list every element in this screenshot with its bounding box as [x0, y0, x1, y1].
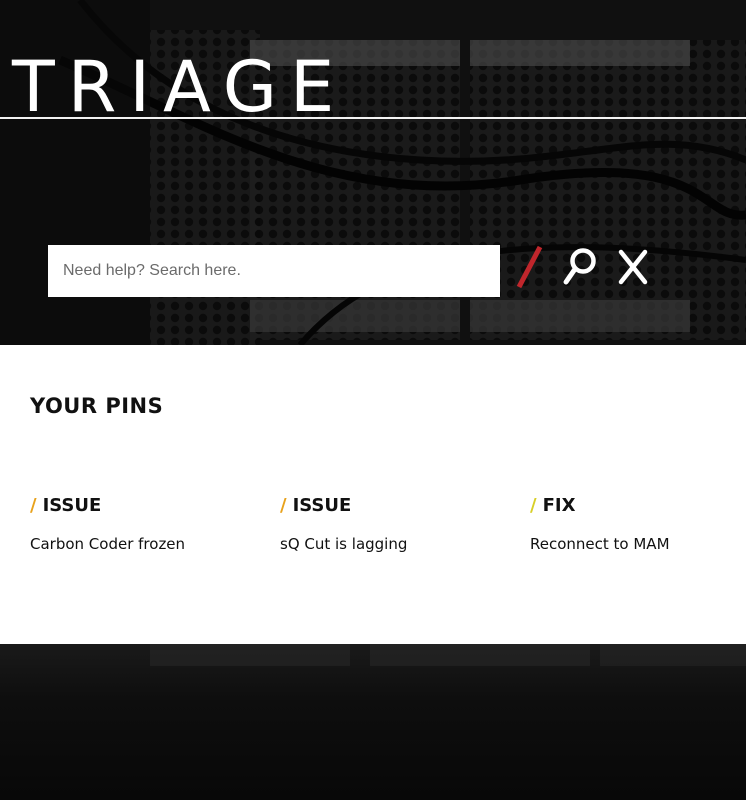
- pins-panel: YOUR PINS / ISSUE Carbon Coder frozen / IS…: [0, 345, 746, 644]
- header-divider: [0, 117, 746, 119]
- close-icon[interactable]: [616, 248, 650, 286]
- pin-type: ISSUE: [292, 495, 352, 516]
- pin-card-issue-sq-cut[interactable]: / ISSUE sQ Cut is lagging: [280, 495, 510, 554]
- search-input[interactable]: [48, 245, 500, 297]
- slash-icon: [516, 245, 543, 289]
- pin-type-label: / ISSUE: [280, 495, 510, 517]
- pin-type: ISSUE: [42, 495, 102, 516]
- pin-slash: /: [530, 495, 537, 516]
- footer-rack-image: [150, 644, 746, 666]
- pin-card-issue-carbon-coder[interactable]: / ISSUE Carbon Coder frozen: [30, 495, 260, 554]
- pin-card-fix-reconnect-mam[interactable]: / FIX Reconnect to MAM: [530, 495, 746, 554]
- app-logo[interactable]: TRIAGE: [12, 52, 347, 122]
- pin-text[interactable]: Carbon Coder frozen: [30, 534, 260, 554]
- pin-slash: /: [280, 495, 287, 516]
- search-icon[interactable]: [561, 246, 599, 288]
- pin-type-label: / FIX: [530, 495, 746, 517]
- pins-title: YOUR PINS: [30, 394, 164, 418]
- pin-text[interactable]: sQ Cut is lagging: [280, 534, 510, 554]
- pin-type-label: / ISSUE: [30, 495, 260, 517]
- pin-slash: /: [30, 495, 37, 516]
- footer-background: [0, 644, 746, 800]
- pin-type: FIX: [542, 495, 576, 516]
- hero-header: TRIAGE: [0, 0, 746, 345]
- pin-text[interactable]: Reconnect to MAM: [530, 534, 746, 554]
